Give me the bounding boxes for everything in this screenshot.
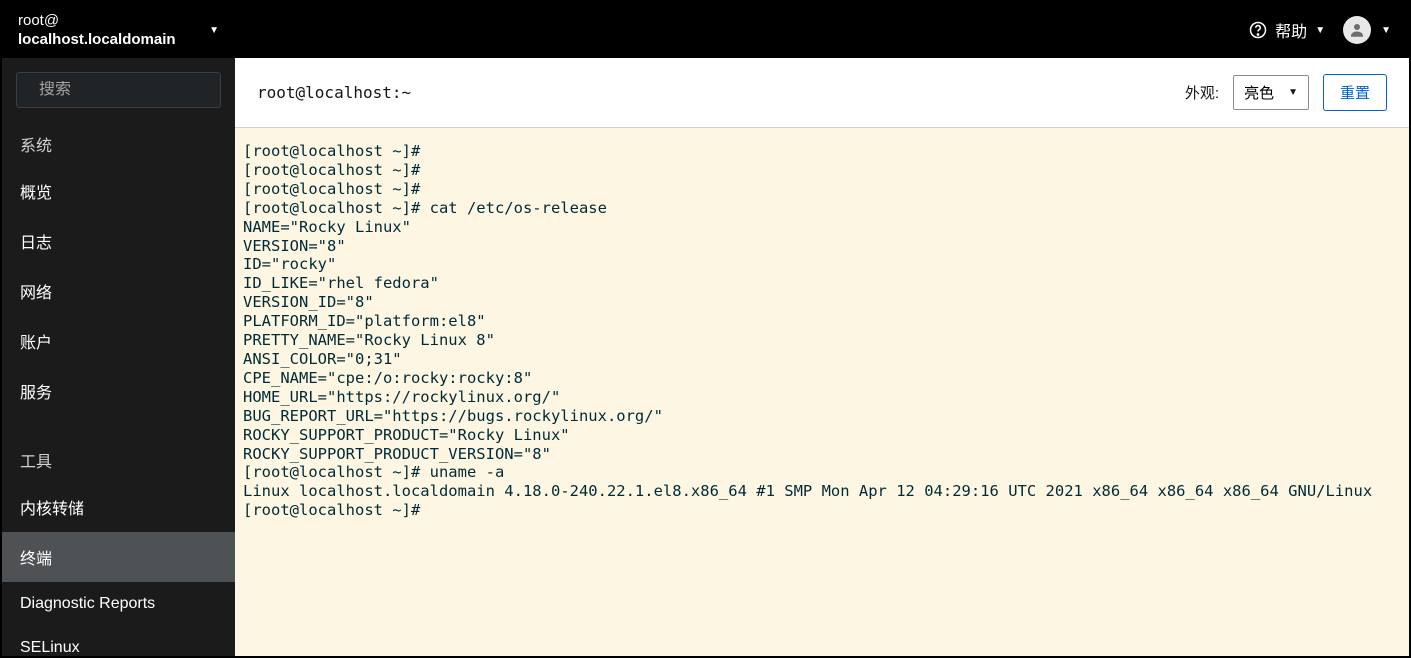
chevron-down-icon: ▼ xyxy=(1315,25,1325,36)
reset-button[interactable]: 重置 xyxy=(1323,74,1387,111)
appearance-label: 外观: xyxy=(1185,82,1219,103)
host-user: root@ xyxy=(18,11,176,31)
sidebar-item-overview[interactable]: 概览 xyxy=(2,166,235,216)
help-button[interactable]: 帮助 ▼ xyxy=(1249,18,1325,42)
help-label: 帮助 xyxy=(1275,18,1307,42)
top-bar: 帮助 ▼ ▼ xyxy=(235,2,1409,58)
terminal-toolbar: root@localhost:~ 外观: 亮色 ▼ 重置 xyxy=(235,58,1409,128)
search-box[interactable] xyxy=(16,72,221,108)
sidebar-item-kdump[interactable]: 内核转储 xyxy=(2,482,235,532)
sidebar-item-diagnostic-reports[interactable]: Diagnostic Reports xyxy=(2,582,235,626)
chevron-down-icon: ▼ xyxy=(1381,25,1391,36)
chevron-down-icon: ▼ xyxy=(209,25,219,36)
terminal-pane[interactable]: [root@localhost ~]# [root@localhost ~]# … xyxy=(235,128,1409,656)
main: 帮助 ▼ ▼ root@localhost:~ 外观: 亮色 ▼ 重置 [roo… xyxy=(235,2,1409,656)
sidebar: root@ localhost.localdomain ▼ 系统 概览 日志 网… xyxy=(2,2,235,656)
host-selector[interactable]: root@ localhost.localdomain ▼ xyxy=(2,2,235,58)
breadcrumb: root@localhost:~ xyxy=(257,83,411,102)
nav-section-system: 系统 xyxy=(2,118,235,166)
user-menu[interactable]: ▼ xyxy=(1343,16,1391,44)
help-icon xyxy=(1249,21,1267,39)
sidebar-item-services[interactable]: 服务 xyxy=(2,366,235,416)
search-input[interactable] xyxy=(39,81,246,99)
sidebar-item-selinux[interactable]: SELinux xyxy=(2,626,235,656)
nav: 系统 概览 日志 网络 账户 服务 工具 内核转储 终端 Diagnostic … xyxy=(2,118,235,656)
terminal-output: [root@localhost ~]# [root@localhost ~]# … xyxy=(243,142,1401,520)
host-name: localhost.localdomain xyxy=(18,30,176,50)
sidebar-item-network[interactable]: 网络 xyxy=(2,266,235,316)
avatar xyxy=(1343,16,1371,44)
sidebar-item-logs[interactable]: 日志 xyxy=(2,216,235,266)
sidebar-item-terminal[interactable]: 终端 xyxy=(2,532,235,582)
user-icon xyxy=(1348,21,1366,39)
chevron-down-icon: ▼ xyxy=(1288,87,1298,98)
appearance-value: 亮色 xyxy=(1244,82,1274,103)
sidebar-item-accounts[interactable]: 账户 xyxy=(2,316,235,366)
appearance-select[interactable]: 亮色 ▼ xyxy=(1233,75,1309,110)
nav-section-tools: 工具 xyxy=(2,434,235,482)
